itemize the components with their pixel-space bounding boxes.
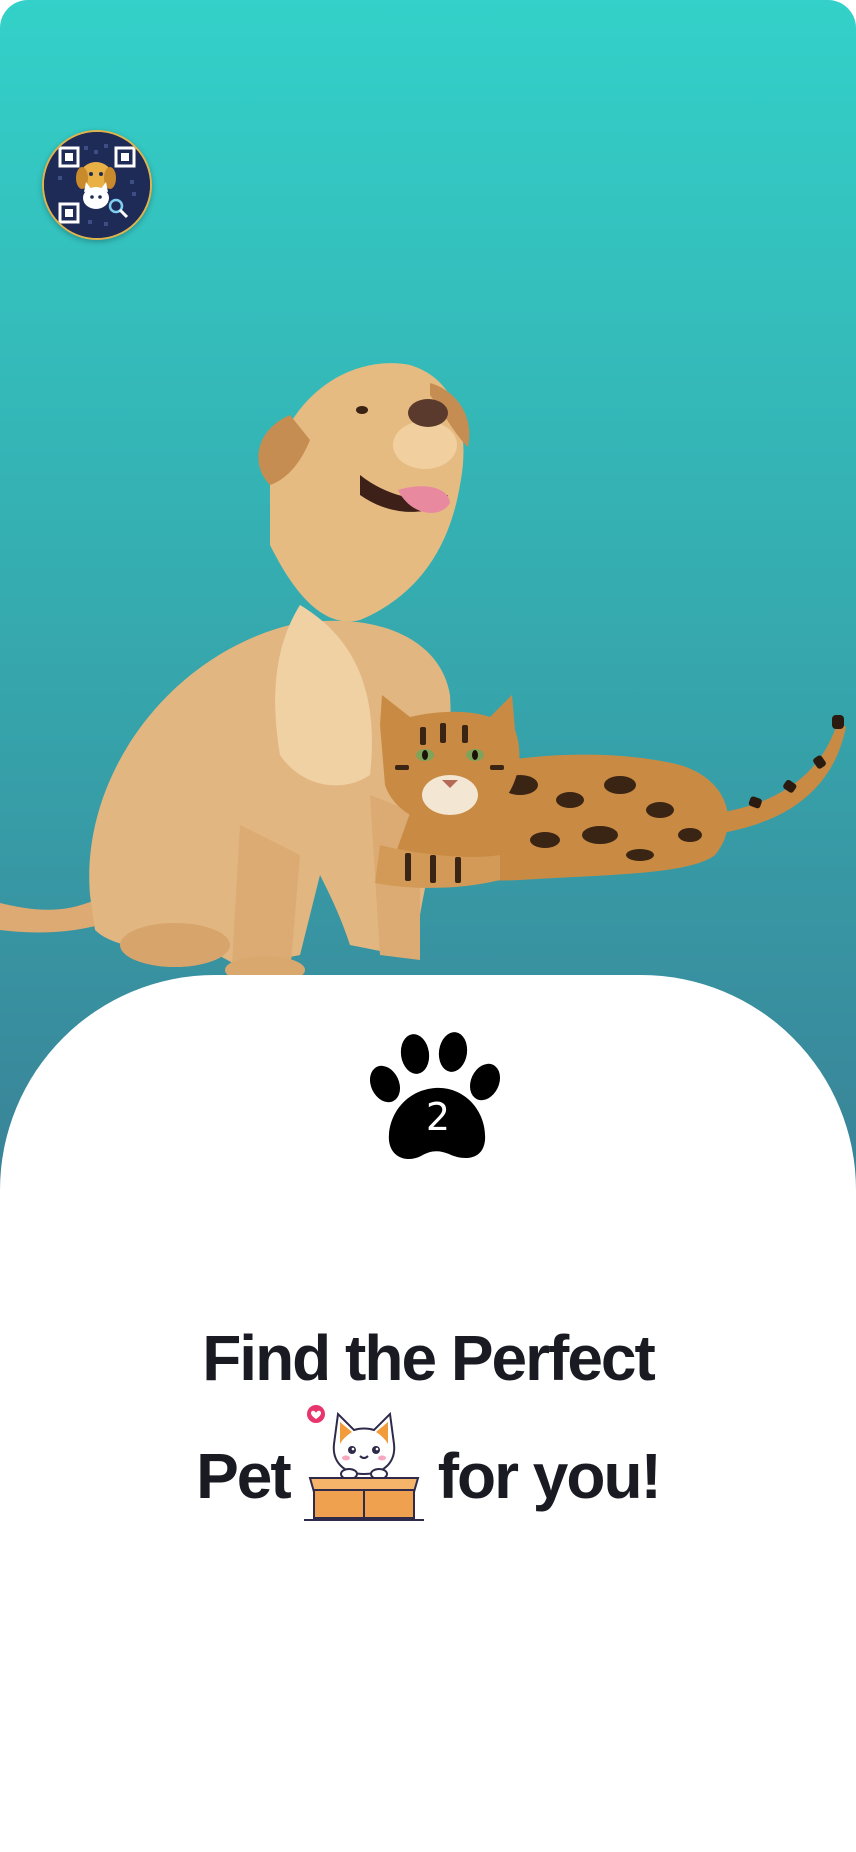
onboarding-headline: Find the Perfect Pet for you! bbox=[0, 1312, 856, 1522]
app-logo-icon bbox=[42, 130, 152, 240]
step-number: 2 bbox=[425, 1095, 451, 1139]
headline-words-for-you: for you! bbox=[437, 1440, 662, 1512]
headline-line-2: Pet for you! bbox=[0, 1404, 856, 1522]
onboarding-screen: 2 Find the Perfect Pet for you! bbox=[0, 0, 856, 1852]
dog-and-cat-illustration bbox=[0, 363, 846, 984]
cat-in-box-icon bbox=[303, 1405, 424, 1521]
headline-line-1: Find the Perfect bbox=[202, 1322, 656, 1394]
headline-word-pet: Pet bbox=[196, 1440, 292, 1512]
step-indicator: 2 bbox=[365, 1030, 511, 1166]
